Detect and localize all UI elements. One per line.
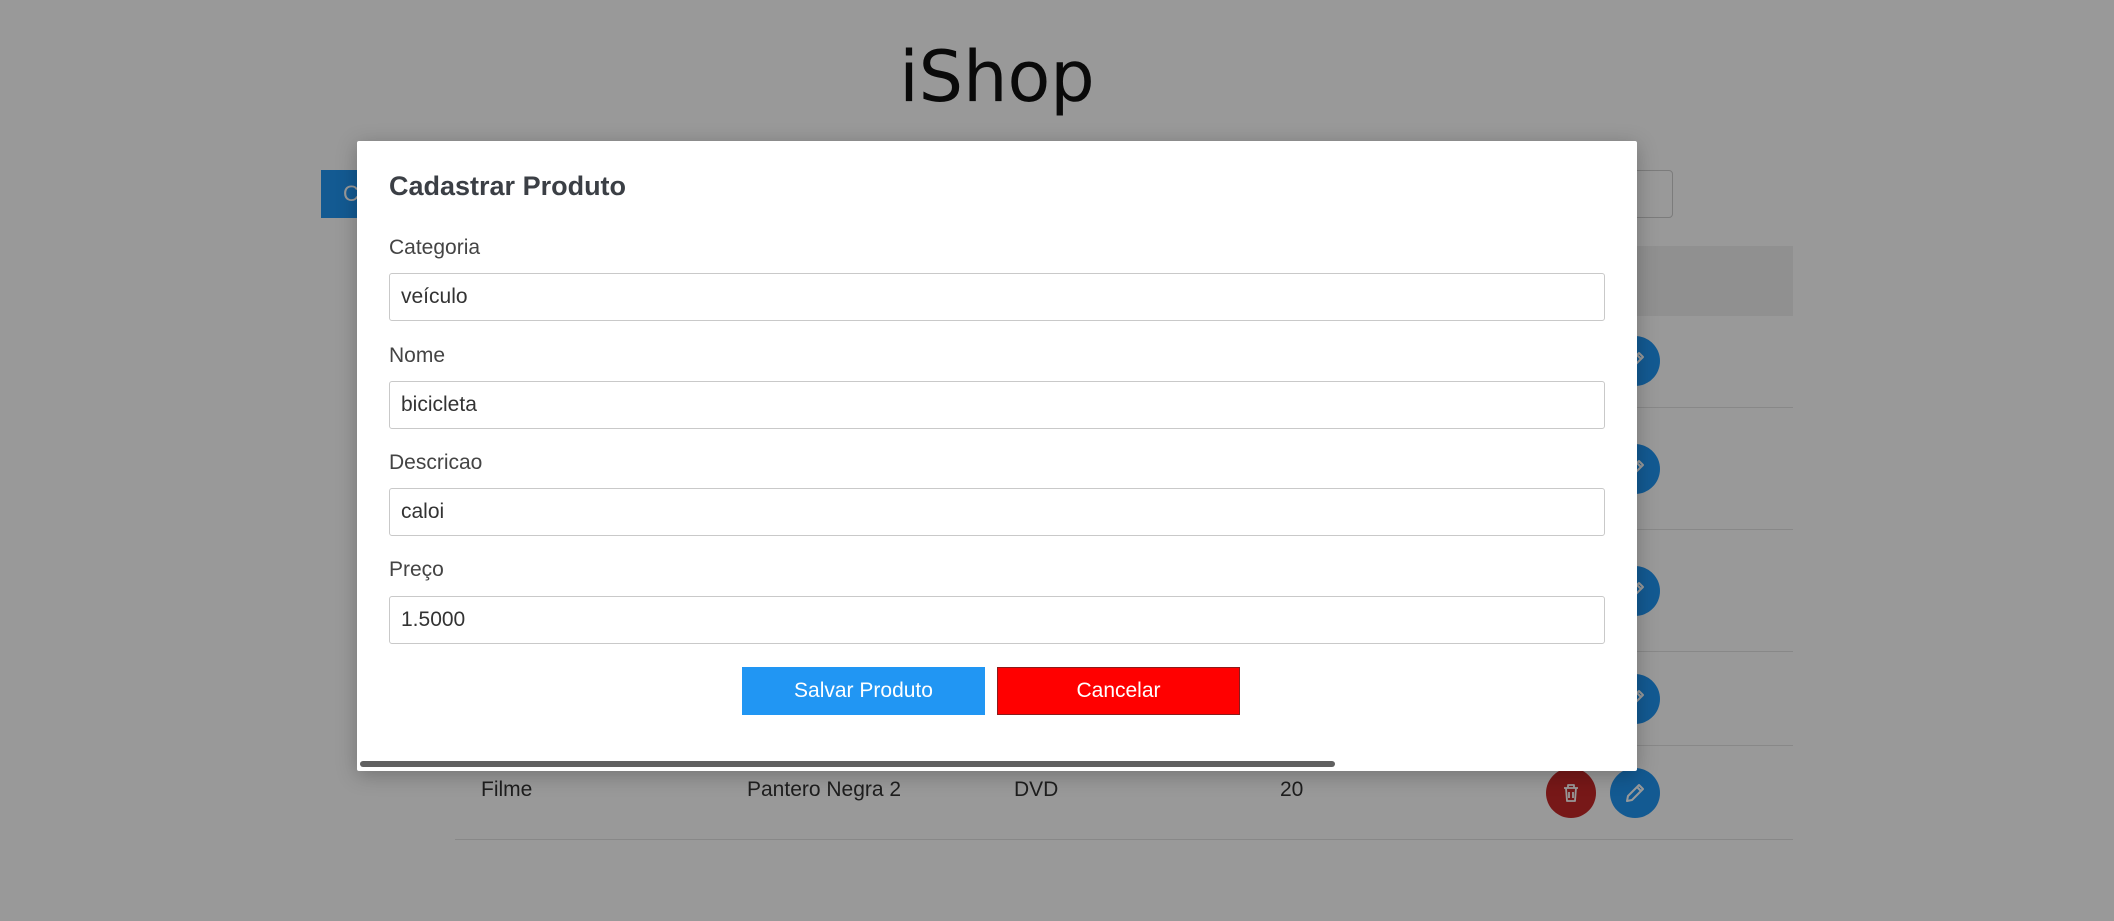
categoria-label: Categoria [389,236,481,259]
preco-label: Preço [389,558,444,581]
cancel-button[interactable]: Cancelar [997,667,1240,715]
descricao-input[interactable] [389,488,1605,536]
save-product-button[interactable]: Salvar Produto [742,667,985,715]
nome-input[interactable] [389,381,1605,429]
product-modal: Cadastrar Produto Categoria Nome Descric… [357,141,1637,771]
horizontal-scrollbar[interactable] [360,761,1335,767]
categoria-input[interactable] [389,273,1605,321]
descricao-label: Descricao [389,451,483,474]
nome-label: Nome [389,344,446,367]
modal-title: Cadastrar Produto [389,171,627,201]
preco-input[interactable] [389,596,1605,644]
